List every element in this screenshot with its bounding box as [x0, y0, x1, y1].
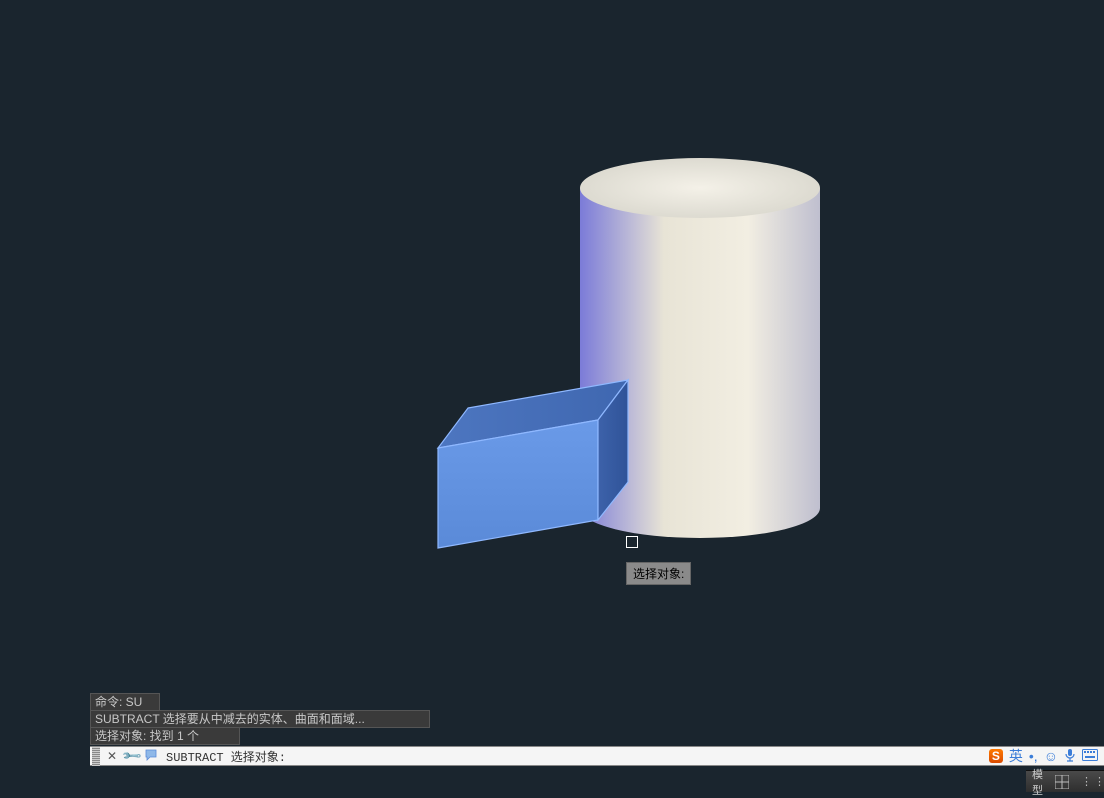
pick-cursor — [626, 536, 638, 548]
ime-punct-icon[interactable]: •, — [1029, 748, 1038, 764]
history-line: 命令: SU — [90, 693, 160, 711]
ime-lang-label: 英 — [1009, 746, 1023, 766]
command-history: 命令: SU SUBTRACT 选择要从中减去的实体、曲面和面域... 选择对象… — [90, 693, 430, 744]
ime-mic-icon[interactable] — [1064, 748, 1076, 765]
ime-emoji-icon[interactable]: ☺ — [1044, 748, 1058, 764]
status-dots-icon[interactable]: ⋮⋮ — [1075, 771, 1104, 792]
history-line: SUBTRACT 选择要从中减去的实体、曲面和面域... — [90, 710, 430, 728]
command-input[interactable]: SUBTRACT 选择对象: — [162, 748, 983, 765]
wrench-icon[interactable]: 🔧 — [121, 745, 144, 768]
prompt-tooltip: 选择对象: — [626, 562, 691, 585]
ime-indicator[interactable]: S 英 •, ☺ — [983, 746, 1104, 766]
command-line-bar[interactable]: ✕ 🔧 SUBTRACT 选择对象: S 英 •, ☺ — [90, 746, 1104, 766]
box-solid-selected[interactable] — [428, 370, 648, 560]
model-space-button[interactable]: 模型 — [1026, 771, 1049, 792]
drag-handle[interactable] — [92, 746, 100, 766]
3d-viewport[interactable]: 选择对象: — [0, 0, 1104, 748]
grid-display-icon[interactable] — [1049, 771, 1075, 792]
close-commandline-icon[interactable]: ✕ — [104, 748, 120, 764]
ime-keyboard-icon[interactable] — [1082, 748, 1098, 764]
status-bar: 模型 ⋮⋮ — [1026, 770, 1104, 792]
ime-badge-icon: S — [989, 749, 1003, 763]
command-prompt-icon[interactable] — [144, 748, 160, 764]
history-line: 选择对象: 找到 1 个 — [90, 727, 240, 745]
